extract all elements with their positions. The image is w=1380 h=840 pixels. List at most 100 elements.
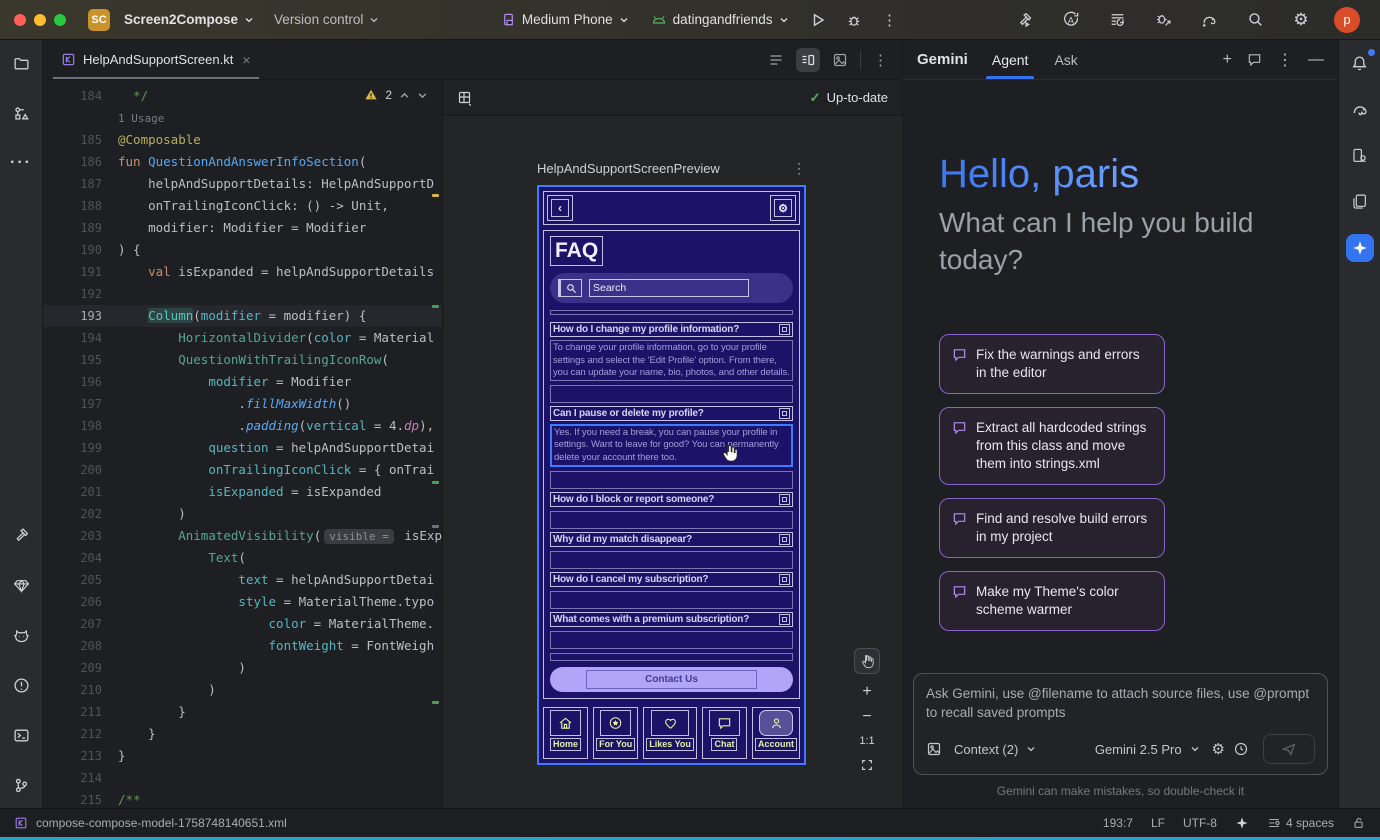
code-line[interactable]: 198 .padding(vertical = 4.dp), xyxy=(43,415,442,437)
more-tools-icon[interactable]: ··· xyxy=(8,150,34,176)
code-line[interactable]: 210 ) xyxy=(43,679,442,701)
code-text[interactable]: @Composable xyxy=(110,129,442,151)
code-text[interactable]: .fillMaxWidth() xyxy=(110,393,442,415)
code-line[interactable]: 193 Column(modifier = modifier) { xyxy=(43,305,442,327)
close-tab-icon[interactable]: × xyxy=(242,52,250,68)
faq-question[interactable]: How do I change my profile information? xyxy=(550,322,793,337)
code-text[interactable]: Text( xyxy=(110,547,442,569)
suggestion-chip[interactable]: Extract all hardcoded strings from this … xyxy=(939,407,1165,485)
inspections-widget[interactable]: 2 xyxy=(364,88,428,102)
zoom-ratio-button[interactable]: 1:1 xyxy=(859,735,874,747)
device-selector[interactable]: Medium Phone xyxy=(495,8,635,31)
code-line[interactable]: 201 isExpanded = isExpanded xyxy=(43,481,442,503)
code-line[interactable]: 211 } xyxy=(43,701,442,723)
code-text[interactable]: onTrailingIconClick = { onTrai xyxy=(110,459,442,481)
tab-ask[interactable]: Ask xyxy=(1052,40,1079,79)
code-text[interactable]: ) { xyxy=(110,239,442,261)
preview-canvas[interactable]: HelpAndSupportScreenPreview ⋮ ‹ ⚙ FAQ xyxy=(443,116,902,808)
nav-item-likes-you[interactable]: Likes You xyxy=(643,707,697,759)
expand-icon[interactable] xyxy=(779,324,790,335)
gemini-input-box[interactable]: Ask Gemini, use @filename to attach sour… xyxy=(913,673,1328,775)
code-text[interactable]: modifier = Modifier xyxy=(110,371,442,393)
stripe-mark[interactable] xyxy=(432,701,439,704)
nav-item-home[interactable]: Home xyxy=(543,707,588,759)
lock-icon[interactable] xyxy=(1352,816,1366,830)
code-line[interactable]: 214 xyxy=(43,767,442,789)
history-clock-icon[interactable] xyxy=(1233,741,1249,757)
code-line[interactable]: 206 style = MaterialTheme.typo xyxy=(43,591,442,613)
code-line[interactable]: 199 question = helpAndSupportDetai xyxy=(43,437,442,459)
window-controls[interactable] xyxy=(14,14,66,26)
code-line[interactable]: 208 fontWeight = FontWeigh xyxy=(43,635,442,657)
code-text[interactable]: .padding(vertical = 4.dp), xyxy=(110,415,442,437)
project-selector[interactable]: Screen2Compose xyxy=(118,8,260,31)
zoom-in-button[interactable]: + xyxy=(862,685,871,699)
nav-item-account[interactable]: Account xyxy=(752,707,800,759)
user-avatar[interactable]: p xyxy=(1334,7,1360,33)
back-button[interactable]: ‹ xyxy=(547,195,573,221)
gemini-sparkle-icon[interactable] xyxy=(1346,234,1374,262)
code-text[interactable]: color = MaterialTheme. xyxy=(110,613,442,635)
code-line[interactable]: 192 xyxy=(43,283,442,305)
vcs-widget[interactable]: Version control xyxy=(268,8,385,31)
nav-item-chat[interactable]: Chat xyxy=(702,707,747,759)
code-line[interactable]: 1 Usage xyxy=(43,107,442,129)
settings-icon[interactable]: ⚙ xyxy=(1288,7,1314,33)
code-text[interactable]: isExpanded = isExpanded xyxy=(110,481,442,503)
device-manager-icon[interactable] xyxy=(1347,188,1373,214)
expand-icon[interactable] xyxy=(779,408,790,419)
caret-position[interactable]: 193:7 xyxy=(1103,816,1133,830)
app-quality-insights-icon[interactable] xyxy=(8,572,34,598)
faq-question[interactable]: How do I block or report someone? xyxy=(550,492,793,507)
code-text[interactable] xyxy=(110,767,442,789)
suggestion-chip[interactable]: Fix the warnings and errors in the edito… xyxy=(939,334,1165,394)
nav-item-for-you[interactable]: For You xyxy=(593,707,638,759)
panel-options-menu[interactable]: ⋮ xyxy=(1277,50,1293,70)
expand-icon[interactable] xyxy=(779,574,790,585)
indent-setting[interactable]: 4 spaces xyxy=(1267,816,1334,830)
code-text[interactable]: HorizontalDivider(color = Material xyxy=(110,327,442,349)
split-view-icon[interactable] xyxy=(796,48,820,72)
run-button[interactable] xyxy=(805,7,831,33)
code-text[interactable]: ) xyxy=(110,503,442,525)
build-tool-icon[interactable] xyxy=(8,522,34,548)
translate-code-icon[interactable]: A xyxy=(1058,7,1084,33)
code-text[interactable]: ) xyxy=(110,679,442,701)
code-text[interactable]: Column(modifier = modifier) { xyxy=(110,305,442,327)
code-text[interactable]: /** xyxy=(110,789,442,808)
code-line[interactable]: 194 HorizontalDivider(color = Material xyxy=(43,327,442,349)
code-text[interactable]: onTrailingIconClick: () -> Unit, xyxy=(110,195,442,217)
code-text[interactable]: fontWeight = FontWeigh xyxy=(110,635,442,657)
send-button[interactable] xyxy=(1263,734,1315,764)
code-view-icon[interactable] xyxy=(768,52,784,68)
stripe-mark[interactable] xyxy=(432,525,439,528)
code-text[interactable]: } xyxy=(110,701,442,723)
code-line[interactable]: 187 helpAndSupportDetails: HelpAndSuppor… xyxy=(43,173,442,195)
tab-agent[interactable]: Agent xyxy=(990,40,1031,79)
code-line[interactable]: 185@Composable xyxy=(43,129,442,151)
phone-preview[interactable]: ‹ ⚙ FAQ Search How do I change my profil… xyxy=(537,185,806,765)
layout-grid-icon[interactable] xyxy=(457,90,473,106)
code-text[interactable]: question = helpAndSupportDetai xyxy=(110,437,442,459)
stripe-mark[interactable] xyxy=(432,305,439,308)
settings-button[interactable]: ⚙ xyxy=(770,195,796,221)
faq-question[interactable]: Can I pause or delete my profile? xyxy=(550,406,793,421)
problems-tool-icon[interactable] xyxy=(8,672,34,698)
code-text[interactable]: fun QuestionAndAnswerInfoSection( xyxy=(110,151,442,173)
code-text[interactable] xyxy=(110,283,442,305)
code-text[interactable]: } xyxy=(110,745,442,767)
minimize-window-button[interactable] xyxy=(34,14,46,26)
model-selector[interactable]: Gemini 2.5 Pro xyxy=(1095,742,1182,757)
notifications-bell-icon[interactable] xyxy=(1347,50,1373,76)
new-chat-icon[interactable]: + xyxy=(1223,51,1232,69)
file-encoding[interactable]: UTF-8 xyxy=(1183,816,1217,830)
code-text[interactable]: val isExpanded = helpAndSupportDetails xyxy=(110,261,442,283)
code-line[interactable]: 186fun QuestionAndAnswerInfoSection( xyxy=(43,151,442,173)
code-text[interactable]: ) xyxy=(110,657,442,679)
faq-question[interactable]: What comes with a premium subscription? xyxy=(550,612,793,627)
expand-icon[interactable] xyxy=(779,614,790,625)
gemini-settings-icon[interactable]: ⚙ xyxy=(1212,740,1225,758)
code-line[interactable]: 188 onTrailingIconClick: () -> Unit, xyxy=(43,195,442,217)
expand-icon[interactable] xyxy=(779,494,790,505)
context-selector[interactable]: Context (2) xyxy=(954,742,1018,757)
